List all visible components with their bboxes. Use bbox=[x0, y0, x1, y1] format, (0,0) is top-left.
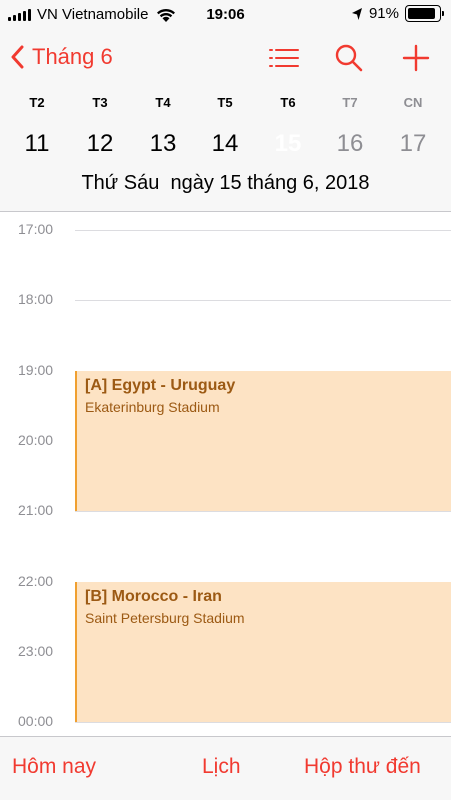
full-date-weekday: Thứ Sáu bbox=[81, 172, 160, 194]
bottom-toolbar: Hôm nay Lịch Hộp thư đến bbox=[0, 736, 451, 800]
battery-percent: 91% bbox=[368, 5, 399, 22]
hour-label: 21:00 bbox=[18, 502, 54, 518]
hour-divider bbox=[75, 230, 451, 231]
day-number: 14 bbox=[211, 130, 239, 157]
hour-label: 00:00 bbox=[18, 713, 54, 729]
weekday-label: T6 bbox=[280, 95, 296, 110]
location-arrow-icon bbox=[351, 7, 362, 20]
search-icon[interactable] bbox=[334, 43, 364, 73]
calendars-button[interactable]: Lịch bbox=[202, 755, 241, 779]
inbox-button[interactable]: Hộp thư đến bbox=[304, 755, 421, 779]
back-button[interactable]: Tháng 6 bbox=[10, 44, 113, 70]
weekday-label: T3 bbox=[92, 95, 108, 110]
hour-divider bbox=[75, 722, 451, 723]
list-icon[interactable] bbox=[268, 43, 300, 73]
weekday-label: T5 bbox=[217, 95, 233, 110]
weekday-label: T4 bbox=[155, 95, 171, 110]
today-button[interactable]: Hôm nay bbox=[12, 755, 96, 779]
add-icon[interactable] bbox=[402, 43, 430, 73]
battery-fill bbox=[408, 8, 436, 19]
status-right: 91% bbox=[351, 5, 444, 22]
selected-day-number: 15 bbox=[263, 120, 313, 168]
hour-divider bbox=[75, 300, 451, 301]
event-title: [B] Morocco - Iran bbox=[85, 588, 222, 605]
event-location: Ekaterinburg Stadium bbox=[85, 399, 220, 415]
weekday-label: T2 bbox=[29, 95, 45, 110]
day-timeline[interactable]: 17:00 18:00 19:00 20:00 21:00 22:00 23:0… bbox=[0, 213, 451, 736]
day-number: 17 bbox=[399, 130, 427, 157]
event-location: Saint Petersburg Stadium bbox=[85, 610, 245, 626]
day-number: 11 bbox=[24, 130, 50, 157]
hour-label: 19:00 bbox=[18, 362, 54, 378]
hour-label: 23:00 bbox=[18, 643, 54, 659]
nav-bar: Tháng 6 bbox=[0, 30, 451, 88]
day-number: 13 bbox=[149, 130, 177, 157]
hour-label: 20:00 bbox=[18, 432, 54, 448]
day-number: 16 bbox=[336, 130, 364, 157]
full-date-text: ngày 15 tháng 6, 2018 bbox=[170, 172, 370, 194]
event-egypt-uruguay[interactable]: [A] Egypt - Uruguay Ekaterinburg Stadium bbox=[75, 371, 451, 511]
full-date-label: Thứ Sáu ngày 15 tháng 6, 2018 bbox=[0, 172, 451, 195]
weekday-label: T7 bbox=[342, 95, 358, 110]
week-strip: T2 11 T3 12 T4 13 T5 14 T6 15 T7 16 CN 1… bbox=[0, 88, 451, 212]
hour-label: 17:00 bbox=[18, 221, 54, 237]
status-bar: VN Vietnamobile 19:06 91% bbox=[0, 0, 451, 30]
back-button-label: Tháng 6 bbox=[32, 44, 113, 69]
event-morocco-iran[interactable]: [B] Morocco - Iran Saint Petersburg Stad… bbox=[75, 582, 451, 722]
hour-divider bbox=[75, 511, 451, 512]
weekday-label: CN bbox=[403, 95, 423, 110]
chevron-left-icon bbox=[11, 45, 24, 69]
day-number: 12 bbox=[86, 130, 114, 157]
battery-icon bbox=[405, 5, 444, 22]
event-title: [A] Egypt - Uruguay bbox=[85, 377, 236, 394]
hour-label: 22:00 bbox=[18, 573, 54, 589]
hour-label: 18:00 bbox=[18, 291, 54, 307]
